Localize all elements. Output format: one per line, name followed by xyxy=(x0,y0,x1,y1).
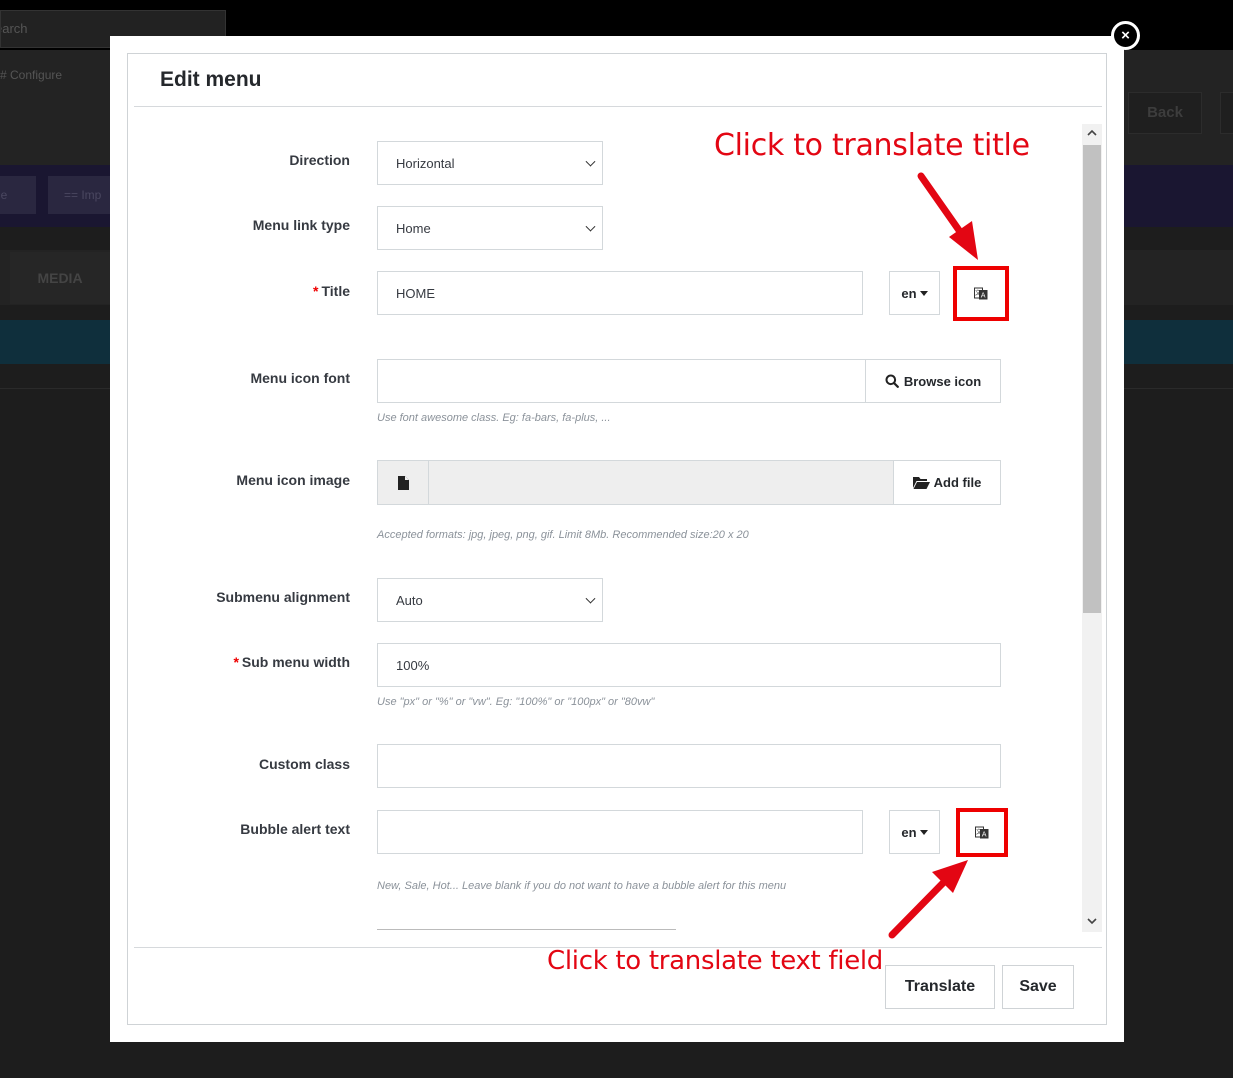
required-mark: * xyxy=(313,283,319,299)
direction-value: Horizontal xyxy=(396,155,455,171)
caret-down-icon xyxy=(919,829,928,835)
save-button[interactable]: Save xyxy=(1002,965,1074,1009)
background-back-button: Back xyxy=(1128,92,1202,134)
folder-open-icon xyxy=(912,477,930,489)
modal-title: Edit menu xyxy=(160,68,262,91)
required-mark: * xyxy=(233,654,239,670)
title-value: HOME xyxy=(396,285,435,301)
menu-icon-image-label: Menu icon image xyxy=(236,472,350,488)
bubble-alert-text-help: New, Sale, Hot... Leave blank if you do … xyxy=(377,880,787,892)
menu-icon-font-label: Menu icon font xyxy=(250,370,350,386)
close-button[interactable]: × xyxy=(1111,21,1140,50)
submenu-alignment-value: Auto xyxy=(396,592,423,608)
scroll-up-icon[interactable] xyxy=(1082,124,1102,144)
file-icon-addon xyxy=(377,460,429,505)
scrollbar-thumb[interactable] xyxy=(1083,145,1101,613)
sub-menu-width-value: 100% xyxy=(396,657,430,673)
sub-menu-width-input[interactable]: 100% xyxy=(377,643,1001,687)
title-label-text: Title xyxy=(321,283,350,299)
background-extra-button xyxy=(1220,92,1233,134)
title-language-dropdown[interactable]: en xyxy=(889,271,940,315)
title-translate-button[interactable]: A文 xyxy=(953,266,1009,321)
title-input[interactable]: HOME xyxy=(377,271,863,315)
menu-icon-font-help: Use font awesome class. Eg: fa-bars, fa-… xyxy=(377,412,611,424)
title-language-value: en xyxy=(901,285,917,301)
custom-class-label: Custom class xyxy=(258,756,350,772)
background-toolbar-button: ge xyxy=(0,176,36,214)
background-breadcrumb: # Configure xyxy=(0,68,63,82)
direction-label: Direction xyxy=(289,152,350,168)
bubble-alert-text-input[interactable] xyxy=(377,810,863,854)
menu-icon-image-help: Accepted formats: jpg, jpeg, png, gif. L… xyxy=(377,529,749,541)
translate-title-annotation: Click to translate title xyxy=(714,128,1030,163)
title-label: * Title xyxy=(110,283,350,299)
close-circle-icon: × xyxy=(1114,24,1137,47)
direction-select[interactable]: Horizontal xyxy=(377,141,603,185)
svg-text:文: 文 xyxy=(975,289,981,297)
menu-link-type-value: Home xyxy=(396,220,431,236)
add-file-label: Add file xyxy=(933,475,982,490)
sub-menu-width-help: Use "px" or "%" or "vw". Eg: "100%" or "… xyxy=(377,696,655,708)
custom-class-input[interactable] xyxy=(377,744,1001,788)
svg-text:文: 文 xyxy=(976,828,982,836)
menu-icon-image-filename[interactable] xyxy=(428,460,894,505)
translate-icon: A文 xyxy=(975,826,989,839)
bubble-language-value: en xyxy=(901,824,917,840)
scroll-down-icon[interactable] xyxy=(1082,912,1102,932)
browse-icon-button[interactable]: Browse icon xyxy=(865,359,1001,403)
sub-menu-width-label: * Sub menu width xyxy=(110,654,350,670)
sub-menu-width-label-text: Sub menu width xyxy=(241,654,350,670)
add-file-button[interactable]: Add file xyxy=(893,460,1001,505)
submenu-alignment-select[interactable]: Auto xyxy=(377,578,603,622)
translate-button[interactable]: Translate xyxy=(885,965,995,1009)
translate-field-annotation: Click to translate text field xyxy=(547,946,884,976)
submenu-alignment-label: Submenu alignment xyxy=(216,589,350,605)
background-import-button: == Imp xyxy=(48,176,114,214)
menu-link-type-select[interactable]: Home xyxy=(377,206,603,250)
svg-text:A: A xyxy=(981,292,986,300)
bubble-translate-button[interactable]: A文 xyxy=(956,808,1008,857)
file-icon xyxy=(397,475,409,490)
header-divider xyxy=(134,106,1102,107)
partial-field-border xyxy=(377,929,676,930)
bubble-alert-text-label: Bubble alert text xyxy=(240,821,350,837)
search-icon xyxy=(885,374,899,388)
menu-icon-font-input[interactable] xyxy=(377,359,866,403)
bubble-language-dropdown[interactable]: en xyxy=(889,810,940,854)
translate-icon: A文 xyxy=(974,287,988,300)
menu-link-type-label: Menu link type xyxy=(252,217,350,233)
background-tab-media: MEDIA xyxy=(10,252,110,304)
svg-text:A: A xyxy=(982,831,987,839)
browse-icon-label: Browse icon xyxy=(903,373,982,389)
caret-down-icon xyxy=(919,290,928,296)
